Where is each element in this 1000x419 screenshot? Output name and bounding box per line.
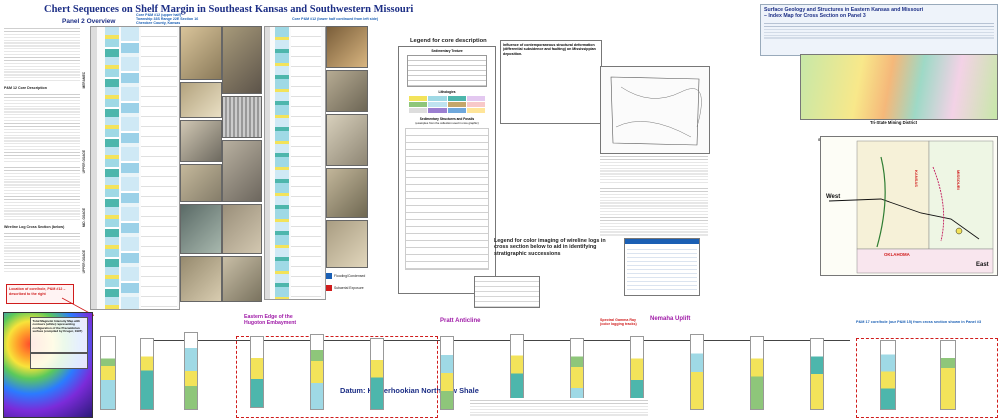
core-photo-10 <box>222 204 262 254</box>
wireline-legend-title: Legend for color imaging of wireline log… <box>494 238 606 257</box>
missouri-label: MISSOURI <box>956 170 961 190</box>
index-map-title-2: – Index Map for Cross Section on Panel 3 <box>764 13 866 19</box>
core-description-text-2 <box>4 165 80 221</box>
core-photo-1 <box>180 26 222 80</box>
well-log-13 <box>810 338 824 410</box>
well-log-2 <box>140 338 154 410</box>
cross-section-caption <box>470 398 648 416</box>
magnetic-legend-box <box>30 353 88 369</box>
core-description-text <box>4 92 80 162</box>
flooding-swatch <box>326 273 332 279</box>
nemaha-label: Nemaha Uplift <box>650 316 691 322</box>
well-log-3 <box>184 332 198 410</box>
core-legend-title: Legend for core description <box>410 38 487 44</box>
panel-title: Panel 2 Overview <box>62 18 116 25</box>
wireline-screenshot-header <box>625 239 699 244</box>
oklahoma-label: OKLAHOMA <box>884 252 910 257</box>
magnetic-caption: Total Magnetic Intensity Map with contou… <box>30 317 88 353</box>
index-map-caption <box>764 21 994 39</box>
core-b-header: Core P&M #12 (lower half continued from … <box>292 17 379 21</box>
deformation-map <box>600 66 710 154</box>
well-log-1 <box>100 336 116 410</box>
exposure-label: Subaerial Exposure <box>334 286 364 290</box>
flood-legend-row: Flooding/Condensed <box>326 270 376 282</box>
core-a-label-mid-osage: MID. OSAGE <box>82 208 86 228</box>
well-log-11 <box>690 334 704 410</box>
core-photo-8 <box>222 96 262 138</box>
core-description-heading: P&M 12 Core Description <box>4 86 47 90</box>
core-a-depth-track <box>91 27 97 309</box>
sedimentary-texture-chart <box>407 55 487 87</box>
pm17-note: P&M 17 core/hole (our P&M 15) from cross… <box>856 320 982 324</box>
magnetic-caption-text: Total Magnetic Intensity Map with contou… <box>32 318 83 334</box>
structural-deformation-panel: Influence of contemporaneous structural … <box>500 40 602 124</box>
flood-legend: Flooding/Condensed Subaerial Exposure <box>326 270 376 300</box>
kansas-label: KANSAS <box>914 170 919 187</box>
core-photo-15 <box>326 168 368 218</box>
well-log-6 <box>370 338 384 410</box>
well-log-7 <box>440 336 454 410</box>
core-a-texture-track <box>121 27 139 309</box>
influence-heading: Influence of contemporaneous structural … <box>503 43 596 56</box>
core-a-label-osage: UPPER OSAGE <box>82 150 86 174</box>
structures-subheading: (examples from the collection used in co… <box>415 121 479 125</box>
hugoton-label: Eastern Edge of the Hugoton Embayment <box>244 314 297 326</box>
deformation-map-svg <box>610 76 702 146</box>
core-a-label-meramec: MERAMEC <box>82 72 86 89</box>
gamma-note: Spectral Gamma Ray (color logging tracks… <box>600 318 637 327</box>
well-log-5 <box>310 334 324 410</box>
core-photo-9 <box>222 140 262 202</box>
core-b-log <box>264 26 326 300</box>
structures-symbols <box>405 128 489 270</box>
well-log-12 <box>750 336 764 410</box>
core-photo-13 <box>326 70 368 112</box>
core-photo-5 <box>180 204 222 254</box>
flooding-label: Flooding/Condensed <box>334 274 366 278</box>
core-a-header: Core P&M #12 (upper half) Township 33S R… <box>136 13 198 26</box>
wireline-legend-table <box>474 276 540 308</box>
well-log-14 <box>880 340 896 410</box>
sedimentary-texture-heading: Sedimentary Texture <box>431 49 463 53</box>
west-label: West <box>826 194 841 200</box>
deformation-text-block <box>600 186 708 236</box>
east-label: East <box>976 262 989 268</box>
pratt-label: Pratt Anticline <box>440 318 481 324</box>
wireline-screenshot-body <box>627 246 697 290</box>
core-photo-16 <box>326 220 368 268</box>
deformation-caption <box>600 154 708 184</box>
wireline-screenshot <box>624 238 700 296</box>
core-b-texture-track <box>291 27 321 299</box>
poster-title: Chert Sequences on Shelf Margin in South… <box>44 4 414 15</box>
well-log-4 <box>250 336 264 408</box>
core-b-lithology-track <box>275 27 289 299</box>
core-photo-2 <box>180 82 222 118</box>
lithologies-swatches <box>409 96 485 113</box>
core-photo-12 <box>326 26 368 68</box>
core-photo-7 <box>222 26 262 94</box>
core-photo-3 <box>180 120 222 162</box>
wireline-heading: Wireline Log Cross Section (below) <box>4 225 65 229</box>
core-a-lithology-track <box>105 27 119 309</box>
left-text-column: P&M 12 Core Description Wireline Log Cro… <box>4 26 80 276</box>
core-a-log <box>90 26 180 310</box>
well-log-15 <box>940 340 956 410</box>
core-legend-panel: Sedimentary Texture Lithologies Sediment… <box>398 46 496 294</box>
wireline-text <box>4 231 80 273</box>
index-map-title-1: Surface Geology and Structures in Easter… <box>764 7 924 13</box>
exposure-swatch <box>326 285 332 291</box>
core-a-label-upper-osage: UPPER OSAGE <box>82 250 86 274</box>
tri-state-district-label: Tri-State Mining District <box>870 120 917 125</box>
geology-map <box>800 54 998 120</box>
exposure-legend-row: Subaerial Exposure <box>326 282 376 294</box>
core-a-structure-track <box>141 27 177 309</box>
core-photo-4 <box>180 164 222 202</box>
index-map-header: Surface Geology and Structures in Easter… <box>760 4 998 56</box>
core-photo-11 <box>222 256 262 302</box>
lithologies-heading: Lithologies <box>438 90 456 94</box>
core-a-county: Cherokee County, Kansas <box>136 21 181 26</box>
core-photo-14 <box>326 114 368 166</box>
core-b-depth-track <box>265 27 270 299</box>
intro-paragraph <box>4 26 80 82</box>
core-photo-6 <box>180 256 222 302</box>
